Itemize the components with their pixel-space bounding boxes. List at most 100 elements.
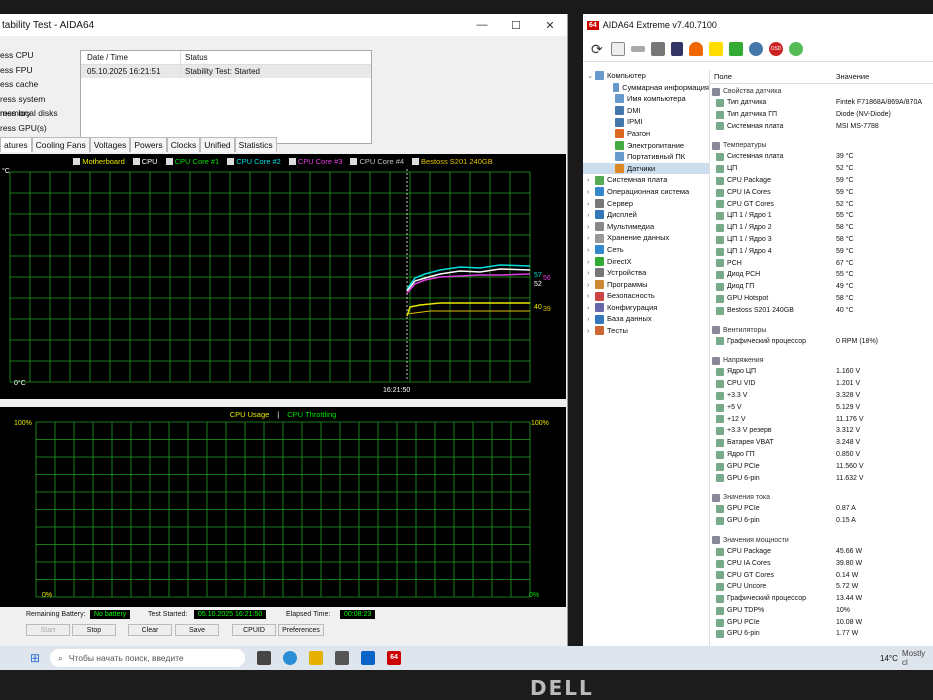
minimize-button[interactable]: —: [465, 19, 499, 31]
store-icon[interactable]: [335, 651, 349, 665]
expand-icon[interactable]: ›: [587, 279, 595, 291]
tab-voltages[interactable]: Voltages: [89, 137, 131, 152]
tree-item[interactable]: ⌄ Компьютер: [583, 70, 709, 82]
tree-item[interactable]: › Хранение данных: [583, 232, 709, 244]
sensor-row[interactable]: GPU PCIe 0.87 A: [710, 503, 933, 515]
sensor-row[interactable]: +12 V 11.176 V: [710, 414, 933, 426]
sensor-row[interactable]: CPU VID 1.201 V: [710, 378, 933, 390]
sensor-row[interactable]: Системная плата MSI MS-7788: [710, 121, 933, 133]
stress-cpu-checkbox[interactable]: ess CPU: [0, 48, 75, 63]
devices-icon[interactable]: [729, 41, 743, 56]
disk-icon[interactable]: [651, 41, 665, 56]
stop-button[interactable]: Stop: [72, 624, 116, 636]
expand-icon[interactable]: ›: [587, 313, 595, 325]
expand-icon[interactable]: ›: [587, 198, 595, 210]
sensor-row[interactable]: ЦП 1 / Ядро 4 59 °C: [710, 246, 933, 258]
expand-icon[interactable]: ⌄: [587, 70, 595, 82]
expand-icon[interactable]: ›: [587, 186, 595, 198]
sensor-row[interactable]: Графический процессор 13.44 W: [710, 593, 933, 605]
memory-icon[interactable]: [631, 45, 645, 52]
tree-item[interactable]: Электропитание: [583, 140, 709, 152]
stress-gpu-checkbox[interactable]: ress GPU(s): [0, 121, 75, 136]
tree-item[interactable]: › Тесты: [583, 325, 709, 337]
tree-item[interactable]: › Операционная система: [583, 186, 709, 198]
tree-item[interactable]: › Мультимедиа: [583, 221, 709, 233]
sensor-row[interactable]: ЦП 1 / Ядро 3 58 °C: [710, 234, 933, 246]
tree-item[interactable]: Портативный ПК: [583, 151, 709, 163]
tree-item[interactable]: › Программы: [583, 279, 709, 291]
stress-disks-checkbox[interactable]: ress local disks: [0, 106, 75, 121]
tree-item[interactable]: › Сервер: [583, 198, 709, 210]
expand-icon[interactable]: ›: [587, 325, 595, 337]
tree-item[interactable]: Разгон: [583, 128, 709, 140]
sensor-row[interactable]: CPU Uncore 5.72 W: [710, 581, 933, 593]
tree-item[interactable]: DMI: [583, 105, 709, 117]
sensor-row[interactable]: Диод ГП 49 °C: [710, 281, 933, 293]
mail-icon[interactable]: [361, 651, 375, 665]
sensor-row[interactable]: GPU 6-pin 0.15 A: [710, 515, 933, 527]
tab-clocks[interactable]: Clocks: [166, 137, 201, 152]
user-icon[interactable]: [749, 41, 763, 56]
sensor-row[interactable]: GPU TDP% 10%: [710, 605, 933, 617]
expand-icon[interactable]: ›: [587, 232, 595, 244]
search-box[interactable]: ⌕ Чтобы начать поиск, введите: [50, 649, 245, 667]
tab-unified[interactable]: Unified: [200, 137, 235, 152]
stress-memory-checkbox[interactable]: ress system memory: [0, 92, 75, 118]
aida64-taskbar-icon[interactable]: 64: [387, 651, 401, 665]
sensor-row[interactable]: Диод PCH 55 °C: [710, 269, 933, 281]
expand-icon[interactable]: ›: [587, 290, 595, 302]
tree-item[interactable]: Имя компьютера: [583, 93, 709, 105]
stress-cache-checkbox[interactable]: ess cache: [0, 77, 75, 92]
tab-cooling-fans[interactable]: Cooling Fans: [31, 137, 90, 152]
tree-item[interactable]: › Дисплей: [583, 209, 709, 221]
sensor-row[interactable]: Тип датчика Fintek F71868A/869A/870A: [710, 97, 933, 109]
task-view-icon[interactable]: [257, 651, 271, 665]
sensor-row[interactable]: Системная плата 39 °C: [710, 151, 933, 163]
sensor-row[interactable]: CPU IA Cores 39.80 W: [710, 558, 933, 570]
sensor-row[interactable]: Ядро ГП 0.850 V: [710, 449, 933, 461]
expand-icon[interactable]: ›: [587, 256, 595, 268]
tree-item[interactable]: Датчики: [583, 162, 709, 175]
gauge-icon[interactable]: [789, 41, 803, 56]
sensor-row[interactable]: ЦП 1 / Ядро 2 58 °C: [710, 222, 933, 234]
close-button[interactable]: ✕: [533, 19, 567, 32]
sensor-row[interactable]: Bestoss S201 240GB 40 °C: [710, 305, 933, 317]
sensor-row[interactable]: ЦП 1 / Ядро 1 55 °C: [710, 210, 933, 222]
preferences-button[interactable]: Preferences: [278, 624, 324, 636]
save-button[interactable]: Save: [175, 624, 219, 636]
sensor-row[interactable]: GPU PCIe 10.08 W: [710, 617, 933, 629]
power-icon[interactable]: [709, 41, 723, 56]
tab-statistics[interactable]: Statistics: [234, 137, 277, 152]
sensor-row[interactable]: +3.3 V 3.328 V: [710, 390, 933, 402]
column-value[interactable]: Значение: [836, 70, 933, 83]
tree-item[interactable]: › Системная плата: [583, 174, 709, 186]
tree-item[interactable]: › Устройства: [583, 267, 709, 279]
tree-item[interactable]: › DirectX: [583, 256, 709, 268]
sensor-row[interactable]: GPU Hotspot 58 °C: [710, 293, 933, 305]
monitor-icon[interactable]: [671, 41, 683, 56]
cpuid-button[interactable]: CPUID: [232, 624, 276, 636]
column-date-time[interactable]: Date / Time: [81, 51, 181, 64]
expand-icon[interactable]: ›: [587, 244, 595, 256]
column-field[interactable]: Поле: [710, 70, 836, 83]
weather-desc[interactable]: Mostly cl: [902, 649, 933, 667]
tree-item[interactable]: › Сеть: [583, 244, 709, 256]
edge-icon[interactable]: [283, 651, 297, 665]
explorer-icon[interactable]: [309, 651, 323, 665]
osd-icon[interactable]: OSD: [769, 41, 783, 56]
sensor-row[interactable]: CPU GT Cores 52 °C: [710, 199, 933, 211]
tree-item[interactable]: › Безопасность: [583, 290, 709, 302]
sensor-row[interactable]: CPU Package 59 °C: [710, 175, 933, 187]
sensor-row[interactable]: Ядро ЦП 1.160 V: [710, 366, 933, 378]
clear-button[interactable]: Clear: [128, 624, 172, 636]
sensor-row[interactable]: Батарея VBAT 3.248 V: [710, 437, 933, 449]
stress-fpu-checkbox[interactable]: ess FPU: [0, 63, 75, 78]
tree-item[interactable]: › База данных: [583, 313, 709, 325]
sensor-row[interactable]: PCH 67 °C: [710, 258, 933, 270]
sensor-row[interactable]: Графический процессор 0 RPM (18%): [710, 336, 933, 348]
sensor-row[interactable]: ЦП 52 °C: [710, 163, 933, 175]
sensor-row[interactable]: GPU PCIe 11.560 V: [710, 461, 933, 473]
expand-icon[interactable]: ›: [587, 209, 595, 221]
flame-icon[interactable]: [689, 41, 703, 56]
tab-temperatures[interactable]: atures: [0, 137, 32, 152]
